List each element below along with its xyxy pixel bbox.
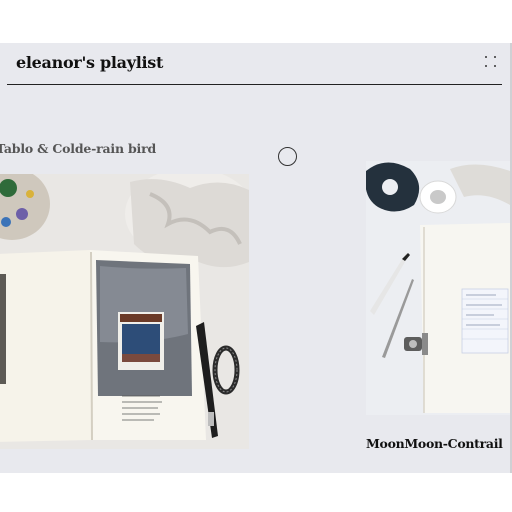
track-artwork-1[interactable] [0,174,249,449]
track-artwork-2[interactable] [366,161,510,415]
dots-grid-icon[interactable] [484,55,498,69]
track-caption-1[interactable]: Tablo & Colde-rain bird [0,141,156,156]
playlist-header: eleanor's playlist [0,43,510,85]
circle-icon[interactable] [278,147,297,166]
track-caption-2[interactable]: MoonMoon-Contrail [366,436,503,451]
playlist-panel: eleanor's playlist Tablo & Colde-rain bi… [0,43,510,473]
playlist-title: eleanor's playlist [16,53,164,72]
header-divider [7,84,502,85]
